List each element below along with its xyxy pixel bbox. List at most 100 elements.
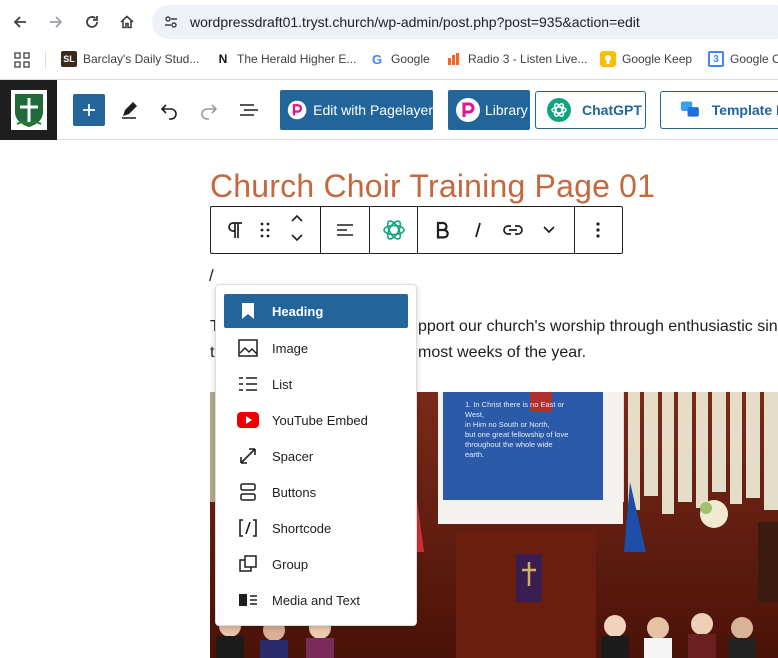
back-button[interactable] xyxy=(6,8,34,36)
bookmark-radio3[interactable]: Radio 3 - Listen Live... xyxy=(446,49,587,69)
buttons-icon xyxy=(236,480,260,504)
apps-icon[interactable] xyxy=(14,52,30,73)
more-formatting-chevron-icon[interactable] xyxy=(537,218,561,242)
inserter-item-label: Image xyxy=(272,340,309,356)
site-settings-icon[interactable] xyxy=(163,14,179,35)
keep-favicon xyxy=(600,51,616,67)
home-icon xyxy=(120,15,134,29)
inserter-item-label: Group xyxy=(272,556,309,572)
post-title[interactable]: Church Choir Training Page 01 xyxy=(210,168,655,205)
inserter-item-label: Media and Text xyxy=(272,592,360,608)
edit-pagelayer-label: Edit with Pagelayer xyxy=(313,102,433,118)
list-view-icon xyxy=(240,104,258,116)
paragraph-line-2-start[interactable]: t xyxy=(210,344,214,362)
edit-with-pagelayer-button[interactable]: Edit with Pagelayer xyxy=(280,90,433,130)
address-bar[interactable]: wordpressdraft01.tryst.church/wp-admin/p… xyxy=(152,5,778,39)
calendar-favicon: 3 xyxy=(708,51,724,67)
inserter-item-list[interactable]: List xyxy=(224,367,408,401)
block-inserter-toggle[interactable] xyxy=(73,94,105,126)
pagelayer-icon xyxy=(287,100,307,120)
template-kit-icon xyxy=(680,101,699,117)
editor-header: Edit with Pagelayer Library ChatGPT Temp… xyxy=(0,80,778,140)
group-icon xyxy=(236,552,260,576)
toolbar-separator xyxy=(417,207,418,253)
list-icon xyxy=(236,372,260,396)
inserter-item-image[interactable]: Image xyxy=(224,331,408,365)
toolbar-separator xyxy=(574,207,575,253)
bookmark-herald[interactable]: N The Herald Higher E... xyxy=(215,49,357,69)
media-text-icon xyxy=(236,588,260,612)
chatgpt-block-icon[interactable] xyxy=(380,216,408,244)
browser-chrome: wordpressdraft01.tryst.church/wp-admin/p… xyxy=(0,0,778,80)
paragraph-line-2[interactable]: most weeks of the year. xyxy=(418,344,586,362)
home-button[interactable] xyxy=(113,8,141,36)
tools-button[interactable] xyxy=(117,98,141,127)
toolbar-separator xyxy=(320,207,321,253)
bookmark-calendar[interactable]: 3 Google C xyxy=(708,49,778,69)
slide-line: earth. xyxy=(465,450,485,459)
redo-icon xyxy=(201,104,218,120)
url-text[interactable]: wordpressdraft01.tryst.church/wp-admin/p… xyxy=(190,14,640,30)
paragraph-block-icon[interactable] xyxy=(223,218,247,242)
slash-command-text[interactable]: / xyxy=(209,266,214,286)
undo-button[interactable] xyxy=(157,98,181,127)
undo-icon xyxy=(160,104,177,120)
slide-line: in Him no South or North, xyxy=(465,420,550,429)
slide-line: throughout the whole wide xyxy=(465,440,553,449)
forward-arrow-icon xyxy=(50,16,63,28)
chatgpt-icon xyxy=(547,98,571,122)
bookmark-label: Radio 3 - Listen Live... xyxy=(468,52,588,66)
herald-favicon: N xyxy=(218,52,228,66)
site-logo-button[interactable] xyxy=(0,80,57,140)
inserter-item-label: Heading xyxy=(272,303,324,319)
church-logo-icon xyxy=(10,90,47,130)
slide-line: 1. In Christ there is no East or xyxy=(465,400,565,409)
link-icon[interactable] xyxy=(501,218,525,242)
bookmark-keep[interactable]: Google Keep xyxy=(600,49,692,69)
options-kebab-icon[interactable] xyxy=(586,218,610,242)
back-arrow-icon xyxy=(13,16,26,28)
inserter-item-label: Shortcode xyxy=(272,520,332,536)
youtube-icon xyxy=(236,408,260,432)
drag-handle-icon[interactable] xyxy=(253,218,277,242)
bold-icon[interactable] xyxy=(430,218,454,242)
heading-icon xyxy=(236,299,260,323)
redo-button[interactable] xyxy=(197,98,221,127)
move-down-icon[interactable] xyxy=(286,233,308,249)
template-kit-button[interactable]: Template Ki xyxy=(660,91,778,129)
slash-inserter-popover: Heading Image List YouTube Embed Spacer … xyxy=(215,284,417,626)
bookmark-label: Google C xyxy=(730,52,778,66)
move-up-icon[interactable] xyxy=(286,213,308,229)
inserter-item-label: List xyxy=(272,376,293,392)
plus-icon xyxy=(83,104,95,116)
italic-icon[interactable] xyxy=(466,218,490,242)
inserter-item-youtube-embed[interactable]: YouTube Embed xyxy=(224,403,408,437)
inserter-item-group[interactable]: Group xyxy=(224,547,408,581)
inserter-item-label: Buttons xyxy=(272,484,317,500)
paragraph-line-1[interactable]: pport our church's worship through enthu… xyxy=(418,318,778,336)
reload-icon xyxy=(86,16,98,28)
radio3-favicon xyxy=(446,51,462,67)
spacer-icon xyxy=(236,444,260,468)
inserter-item-spacer[interactable]: Spacer xyxy=(224,439,408,473)
inserter-item-buttons[interactable]: Buttons xyxy=(224,475,408,509)
forward-button[interactable] xyxy=(42,8,70,36)
library-button[interactable]: Library xyxy=(448,90,530,130)
bookmark-label: Google Keep xyxy=(622,52,693,66)
image-icon xyxy=(236,336,260,360)
align-text-icon[interactable] xyxy=(333,218,357,242)
inserter-item-heading[interactable]: Heading xyxy=(224,294,408,328)
inserter-item-label: YouTube Embed xyxy=(272,412,368,428)
pagelayer-library-icon xyxy=(456,98,480,122)
pencil-icon xyxy=(122,102,137,119)
bookmark-barclays[interactable]: SL Barclay's Daily Stud... xyxy=(61,49,199,69)
bookmark-label: The Herald Higher E... xyxy=(237,52,357,66)
sl-favicon: SL xyxy=(61,51,77,67)
inserter-item-shortcode[interactable]: Shortcode xyxy=(224,511,408,545)
document-overview-button[interactable] xyxy=(237,98,261,127)
inserter-item-media-and-text[interactable]: Media and Text xyxy=(224,583,408,617)
bookmark-google[interactable]: G Google xyxy=(369,49,430,69)
bookmark-divider xyxy=(45,51,46,69)
reload-button[interactable] xyxy=(78,8,106,36)
chatgpt-button[interactable]: ChatGPT xyxy=(535,91,646,129)
